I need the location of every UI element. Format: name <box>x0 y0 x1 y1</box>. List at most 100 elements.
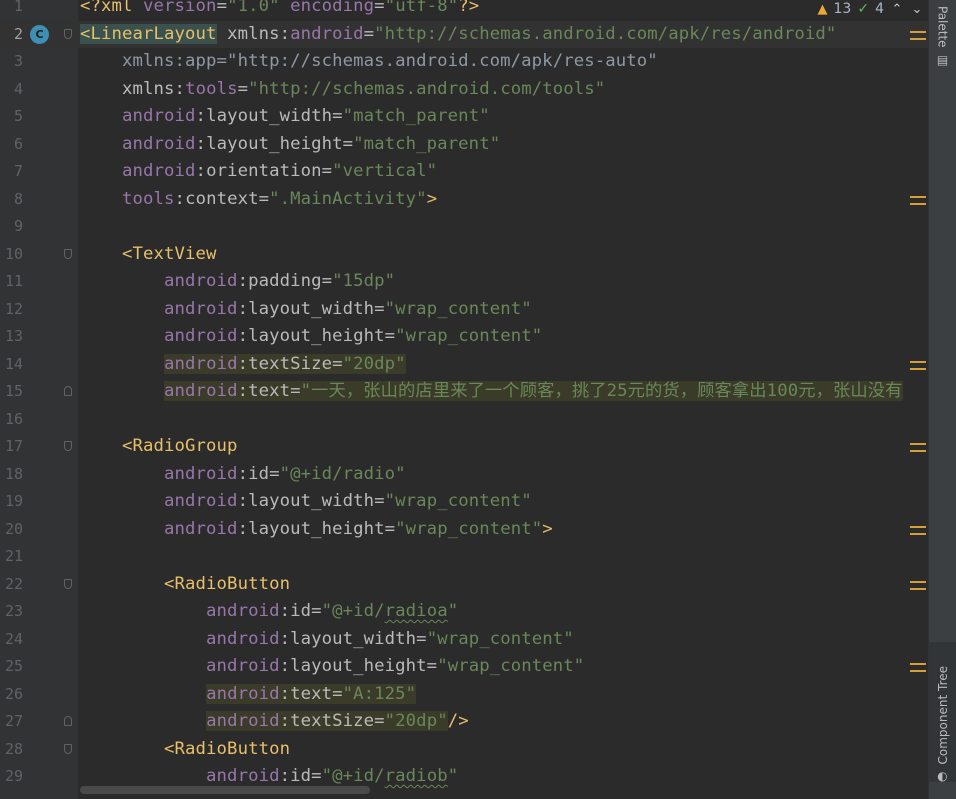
fold-marker-icon[interactable] <box>64 578 72 589</box>
code-token: "http://schemas.android.com/tools" <box>248 78 606 99</box>
code-text: android:text="一天，张山的店里来了一个顾客，挑了25元的货，顾客拿… <box>80 378 903 406</box>
line-number: 14 <box>4 354 23 373</box>
code-line[interactable]: 3 xmlns:app="http://schemas.android.com/… <box>0 48 928 76</box>
line-number: 4 <box>13 79 23 98</box>
code-line[interactable]: 8 tools:context=".MainActivity"> <box>0 186 928 214</box>
code-line[interactable]: 26 android:text="A:125" <box>0 681 928 709</box>
line-number: 19 <box>4 492 23 510</box>
code-line[interactable]: 14 android:textSize="20dp" <box>0 351 928 379</box>
code-token: = <box>237 78 249 99</box>
code-token: android <box>80 601 280 621</box>
warning-stripe-mark[interactable] <box>910 580 926 583</box>
previous-highlight-icon[interactable]: ⌃ <box>890 2 904 17</box>
code-token: = <box>321 161 333 181</box>
code-line[interactable]: 9 <box>0 213 928 241</box>
code-token: "20dp" <box>384 711 448 731</box>
line-number: 13 <box>4 327 23 345</box>
code-line[interactable]: 4 xmlns:tools="http://schemas.android.co… <box>0 76 928 104</box>
fold-marker-icon[interactable] <box>64 28 72 39</box>
code-line[interactable]: 16 <box>0 406 928 434</box>
code-token: "15dp" <box>332 271 396 291</box>
code-token: android <box>80 656 280 676</box>
code-token: : <box>279 766 291 786</box>
horizontal-scrollbar[interactable] <box>80 786 370 794</box>
inspection-widget[interactable]: ▲ 13 ✓ 4 ⌃ ⌄ <box>811 0 924 18</box>
code-line[interactable]: 1 <?xml version="1.0" encoding="utf-8"?> <box>0 0 928 21</box>
class-gutter-icon[interactable]: C <box>30 24 49 44</box>
line-number: 20 <box>4 519 23 538</box>
code-text: <RadioButton <box>80 736 290 764</box>
code-token: > <box>426 188 438 209</box>
code-token: ".MainActivity" <box>269 188 427 209</box>
code-editor[interactable]: 1 <?xml version="1.0" encoding="utf-8"?> 2… <box>0 0 928 799</box>
code-token: <?xml <box>80 0 144 16</box>
warning-stripe-mark[interactable] <box>910 30 926 33</box>
code-line[interactable]: 23 android:id="@+id/radioa" <box>0 598 928 626</box>
tab-component-tree[interactable]: Component Tree ◐ <box>929 642 956 782</box>
fold-marker-icon[interactable] <box>64 743 72 754</box>
fold-marker-icon[interactable] <box>64 386 72 396</box>
tab-palette[interactable]: Palette ▤ <box>929 6 956 76</box>
code-token: "utf-8" <box>384 0 459 16</box>
warning-stripe-mark[interactable] <box>910 663 926 665</box>
code-line[interactable]: 7 android:orientation="vertical" <box>0 158 928 186</box>
code-token: <RadioButton <box>80 738 291 759</box>
warning-stripe-mark[interactable] <box>910 443 926 445</box>
code-line[interactable]: 22 <RadioButton <box>0 571 928 599</box>
code-token: "http://schemas.android.com/apk/res/andr… <box>374 23 837 44</box>
code-line[interactable]: 6 android:layout_height="match_parent" <box>0 131 928 159</box>
code-token: textSize <box>248 353 333 374</box>
line-number: 9 <box>13 217 23 235</box>
line-number: 2 <box>13 24 23 43</box>
code-line[interactable]: 19 android:layout_width="wrap_content" <box>0 488 928 516</box>
line-number: 24 <box>4 629 23 648</box>
code-text: android:layout_height="wrap_content"> <box>80 516 553 544</box>
code-token: : <box>237 271 249 291</box>
palette-label: Palette <box>935 6 950 48</box>
code-token: "一天，张山的店里来了一个顾客，挑了25元的货，顾客拿出100元，张山没有 <box>300 381 903 401</box>
code-token: = <box>384 518 396 539</box>
warning-stripe-mark[interactable] <box>910 532 926 535</box>
warning-stripe-mark[interactable] <box>910 587 926 590</box>
next-highlight-icon[interactable]: ⌄ <box>910 2 924 17</box>
warning-stripe-mark[interactable] <box>910 525 926 528</box>
code-token: android <box>206 711 280 731</box>
line-number: 17 <box>4 437 23 455</box>
code-line[interactable]: 5 android:layout_width="match_parent" <box>0 103 928 131</box>
error-stripe[interactable] <box>910 0 926 790</box>
line-number: 25 <box>4 657 23 675</box>
warning-stripe-mark[interactable] <box>910 37 926 40</box>
code-line[interactable]: 28 <RadioButton <box>0 736 928 764</box>
fold-marker-icon[interactable] <box>64 248 72 259</box>
code-line[interactable]: 17 <RadioGroup <box>0 433 928 461</box>
warning-stripe-mark[interactable] <box>910 195 926 198</box>
code-token: /> <box>447 711 469 731</box>
fold-marker-icon[interactable] <box>64 441 72 451</box>
fold-marker-icon[interactable] <box>64 716 72 726</box>
code-line[interactable]: 24 android:layout_width="wrap_content" <box>0 626 928 654</box>
code-line[interactable]: 10 <TextView <box>0 241 928 269</box>
warning-stripe-mark[interactable] <box>910 360 926 363</box>
line-number: 28 <box>4 739 23 758</box>
code-line[interactable]: 20 android:layout_height="wrap_content"> <box>0 516 928 544</box>
code-line[interactable]: 25 android:layout_height="wrap_content" <box>0 653 928 681</box>
code-text: android:layout_height="wrap_content" <box>80 653 584 681</box>
line-number: 12 <box>4 299 23 318</box>
code-token: xmlns <box>216 23 280 44</box>
warning-stripe-mark[interactable] <box>910 202 926 205</box>
warning-stripe-mark[interactable] <box>910 367 926 370</box>
warning-stripe-mark[interactable] <box>910 670 926 672</box>
code-line[interactable]: 12 android:layout_width="wrap_content" <box>0 296 928 324</box>
code-text: android:id="@+id/radioa" <box>80 598 458 626</box>
code-line[interactable]: 11 android:padding="15dp" <box>0 268 928 296</box>
right-tool-window-bar: Palette ▤ Component Tree ◐ <box>928 0 956 799</box>
code-token: radiob <box>384 766 448 786</box>
code-line[interactable]: 13 android:layout_height="wrap_content" <box>0 323 928 351</box>
code-line[interactable]: 2 C <LinearLayout xmlns:android="http://sc… <box>0 20 928 48</box>
warning-stripe-mark[interactable] <box>910 450 926 452</box>
code-line[interactable]: 15 android:text="一天，张山的店里来了一个顾客，挑了25元的货，… <box>0 378 928 406</box>
code-line[interactable]: 18 android:id="@+id/radio" <box>0 461 928 489</box>
code-line[interactable]: 21 <box>0 543 928 571</box>
code-token: android <box>206 683 280 704</box>
code-line[interactable]: 27 android:textSize="20dp"/> <box>0 708 928 736</box>
